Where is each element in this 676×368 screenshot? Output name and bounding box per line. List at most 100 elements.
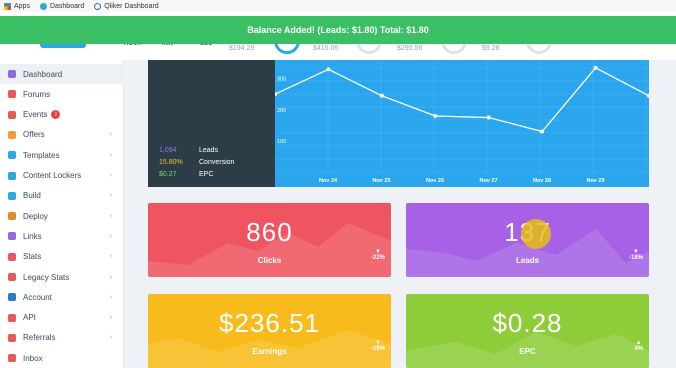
- header-stat-value: $290.56: [397, 45, 423, 52]
- change-value: -15%: [370, 346, 385, 352]
- sidebar-item-label: Offers: [23, 130, 45, 140]
- earnings-label: Earnings: [252, 347, 287, 356]
- sidebar-item-api[interactable]: API ›: [0, 308, 124, 328]
- bookmark-apps[interactable]: Apps: [4, 2, 30, 10]
- data-point[interactable]: [326, 67, 331, 72]
- sidebar-item-label: Inbox: [23, 353, 43, 363]
- data-point[interactable]: [486, 115, 491, 120]
- sidebar-item-label: Build: [23, 191, 41, 201]
- summary-leads-label: Leads: [199, 147, 219, 154]
- dashboard-icon: [39, 2, 47, 10]
- bar-chart-icon: [8, 273, 16, 281]
- sidebar-item-inbox[interactable]: Inbox: [0, 348, 124, 368]
- bookmarks-bar: Apps Dashboard Qliker Dashboard: [0, 0, 676, 12]
- sidebar-item-events[interactable]: Events!: [0, 105, 124, 125]
- alert-badge: !: [51, 110, 61, 120]
- link-icon: [8, 232, 16, 241]
- line-chart: 300 200 100 Nov 24 Nov 25 Nov 26 Nov 27 Nov 28 N…: [273, 60, 651, 184]
- line-chart-panel: 300 200 100 Nov 24 Nov 25 Nov 26 Nov 27 Nov 28 N…: [273, 60, 651, 187]
- data-point[interactable]: [593, 65, 598, 70]
- chevron-right-icon: ›: [109, 232, 112, 240]
- sidebar-item-label: Events: [23, 110, 48, 120]
- x-tick-label: Nov 28: [533, 178, 551, 184]
- bookmark-dashboard[interactable]: Dashboard: [39, 2, 85, 10]
- change-value: -18%: [628, 255, 643, 261]
- sidebar-item-label: Content Lockers: [23, 171, 82, 180]
- sidebar-item-account[interactable]: Account ›: [0, 287, 124, 307]
- summary-epc-value: $0.27: [159, 171, 177, 178]
- sidebar-item-label: Stats: [23, 252, 42, 262]
- summary-conversion-label: Conversion: [199, 159, 235, 166]
- sidebar-item-label: Legacy Stats: [23, 272, 70, 282]
- x-tick-label: Nov 29: [586, 178, 604, 184]
- sidebar: Dashboard Forums Events! Offers › Templates › C…: [0, 60, 124, 368]
- sidebar-item-label: Dashboard: [23, 69, 63, 79]
- earnings-card[interactable]: $236.51 Earnings ▼ -15%: [148, 294, 391, 368]
- chevron-right-icon: ›: [109, 253, 112, 261]
- x-tick-label: Nov 25: [372, 178, 390, 184]
- data-point[interactable]: [540, 129, 545, 134]
- bookmark-label: Dashboard: [49, 2, 85, 10]
- sidebar-item-offers[interactable]: Offers ›: [0, 125, 124, 145]
- x-tick-label: Nov 26: [426, 178, 444, 184]
- data-point[interactable]: [379, 93, 384, 98]
- wrench-icon: [8, 191, 16, 200]
- lock-icon: [8, 171, 16, 180]
- leads-label: Leads: [515, 256, 540, 265]
- sidebar-item-legacy-stats[interactable]: Legacy Stats ›: [0, 267, 124, 287]
- clicks-card[interactable]: 860 Clicks ▼ -22%: [148, 203, 391, 277]
- leads-change: ▼ -18%: [629, 249, 643, 261]
- sidebar-item-label: API: [23, 313, 36, 323]
- chevron-right-icon: ›: [109, 131, 112, 139]
- sidebar-item-referrals[interactable]: Referrals ›: [0, 328, 124, 348]
- y-tick-label: 200: [277, 108, 286, 114]
- data-point[interactable]: [433, 114, 438, 118]
- change-value: -22%: [370, 255, 385, 261]
- qliker-icon: [94, 2, 102, 10]
- bookmark-qliker[interactable]: Qliker Dashboard: [94, 2, 159, 10]
- api-icon: [8, 313, 16, 322]
- header-stat-value: $194.29: [229, 45, 255, 52]
- y-tick-label: 300: [277, 77, 286, 83]
- summary-leads-row: 1,094 Leads: [159, 147, 218, 154]
- sidebar-item-dashboard[interactable]: Dashboard: [0, 64, 124, 84]
- earnings-change: ▼ -15%: [371, 340, 385, 352]
- sidebar-item-forums[interactable]: Forums: [0, 84, 124, 104]
- mouse-cursor-highlight: [521, 219, 551, 249]
- gift-icon: [8, 130, 16, 139]
- chevron-right-icon: ›: [109, 334, 112, 342]
- apps-grid-icon: [4, 2, 11, 10]
- change-value: 4%: [634, 346, 643, 352]
- sidebar-item-label: Deploy: [23, 211, 48, 221]
- sidebar-item-links[interactable]: Links ›: [0, 226, 124, 246]
- summary-conversion-row: 15.80% Conversion: [159, 159, 234, 166]
- x-tick-label: Nov 24: [319, 178, 338, 184]
- epc-card[interactable]: $0.28 EPC ▲ 4%: [406, 294, 649, 368]
- chat-bubble-icon: [8, 90, 16, 99]
- user-icon: [8, 293, 16, 302]
- summary-conversion-value: 15.80%: [159, 159, 183, 166]
- sidebar-item-templates[interactable]: Templates ›: [0, 145, 124, 165]
- chevron-right-icon: ›: [109, 293, 112, 301]
- sidebar-item-stats[interactable]: Stats ›: [0, 247, 124, 267]
- sidebar-item-build[interactable]: Build ›: [0, 186, 124, 206]
- briefcase-icon: [8, 212, 16, 221]
- summary-leads-value: 1,094: [159, 147, 177, 154]
- y-tick-label: 100: [277, 139, 286, 145]
- epc-label: EPC: [519, 347, 536, 356]
- balance-notification[interactable]: Balance Added! (Leads: $1.80) Total: $1.…: [0, 16, 676, 44]
- earnings-value: $236.51: [219, 308, 320, 338]
- globe-icon: [8, 333, 16, 342]
- megaphone-icon: [8, 110, 16, 119]
- header-stat-value: $415.06: [313, 45, 339, 52]
- chevron-right-icon: ›: [109, 172, 112, 179]
- epc-value: $0.28: [492, 308, 563, 338]
- chevron-right-icon: ›: [109, 273, 112, 281]
- epc-change: ▲ 4%: [634, 340, 643, 352]
- clicks-value: 860: [246, 217, 293, 247]
- sidebar-item-content-lockers[interactable]: Content Lockers ›: [0, 166, 124, 186]
- sidebar-item-label: Referrals: [23, 333, 56, 343]
- sidebar-item-deploy[interactable]: Deploy ›: [0, 206, 124, 226]
- x-tick-label: Nov 27: [479, 178, 497, 184]
- summary-epc-row: $0.27 EPC: [159, 171, 213, 178]
